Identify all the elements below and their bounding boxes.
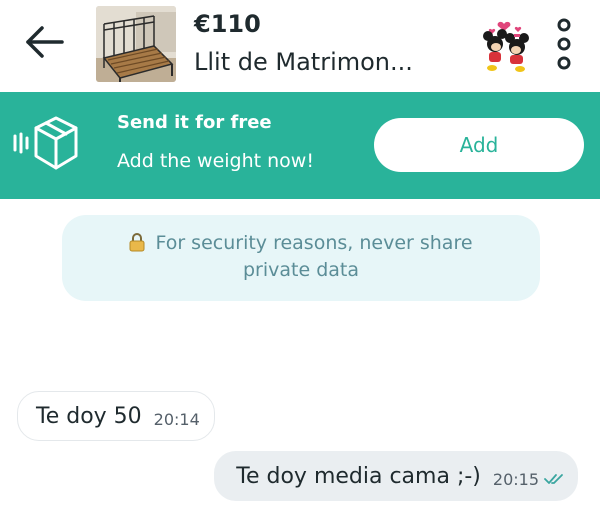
security-notice: For security reasons, never share privat…: [62, 215, 540, 301]
promo-title: Send it for free: [117, 112, 272, 133]
box-icon: [13, 116, 78, 170]
message-text: Te doy media cama ;-): [236, 463, 481, 489]
item-price: €110: [194, 10, 261, 38]
notice-text-line1: For security reasons, never share: [155, 232, 473, 254]
message-text: Te doy 50: [36, 403, 142, 429]
incoming-message[interactable]: Te doy 50 20:14: [17, 391, 215, 441]
chat-header: €110 Llit de Matrimon...: [0, 0, 600, 92]
bed-image: [96, 6, 176, 82]
user-avatar[interactable]: [478, 14, 534, 74]
avatar-image: [483, 21, 529, 72]
item-title[interactable]: Llit de Matrimon...: [194, 48, 413, 76]
message-time: 20:14: [153, 409, 200, 429]
more-options-button[interactable]: [552, 16, 576, 74]
outgoing-message[interactable]: Te doy media cama ;-) 20:15: [214, 451, 578, 501]
vertical-dots-icon: [557, 18, 571, 70]
double-check-icon: [544, 474, 563, 484]
add-weight-button[interactable]: Add: [374, 118, 584, 172]
item-thumbnail[interactable]: [96, 6, 176, 82]
notice-text-line2: private data: [242, 259, 359, 281]
promo-subtitle: Add the weight now!: [117, 150, 314, 172]
shipping-promo-banner: Send it for free Add the weight now! Add: [0, 92, 600, 199]
back-button[interactable]: [22, 22, 68, 62]
message-time: 20:15: [492, 469, 539, 489]
lock-icon: [129, 233, 145, 252]
arrow-left-icon: [26, 26, 64, 58]
